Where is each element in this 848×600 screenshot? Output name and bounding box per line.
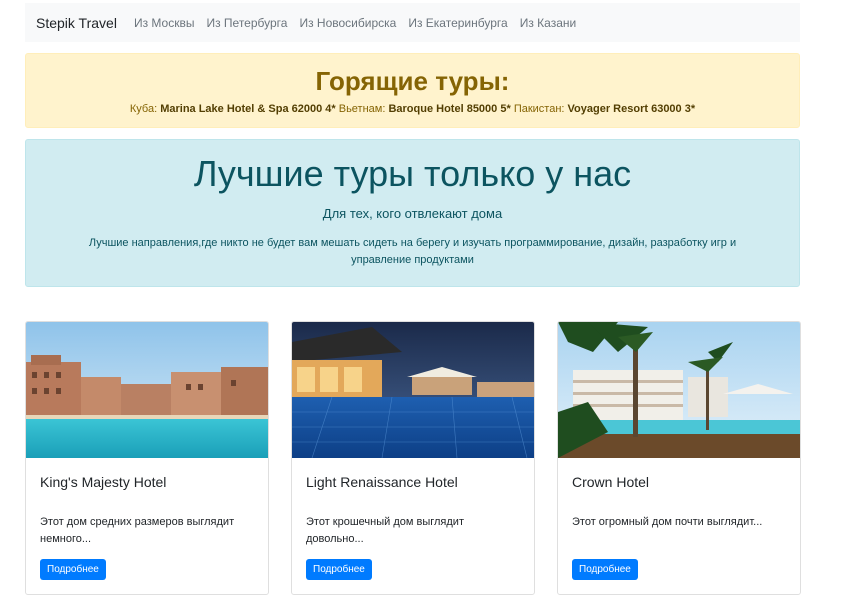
jumbotron-title: Лучшие туры только у нас — [193, 153, 632, 194]
navbar-brand[interactable]: Stepik Travel — [36, 15, 117, 31]
jumbotron-subtitle: Для тех, кого отвлекают дома — [322, 206, 503, 221]
hot-tour-hotel: Marina Lake Hotel & Spa 62000 4* — [160, 103, 336, 115]
hot-tours-list: Куба: Marina Lake Hotel & Spa 62000 4* В… — [26, 103, 799, 115]
nav-link-moscow[interactable]: Из Москвы — [134, 16, 195, 30]
hotel-description: Этот дом средних размеров выглядит немно… — [40, 516, 235, 545]
details-button[interactable]: Подробнее — [40, 559, 106, 580]
hotel-title: King's Majesty Hotel — [40, 474, 167, 490]
hot-tour-hotel: Baroque Hotel 85000 5* — [388, 103, 511, 115]
hot-tours-title: Горящие туры: — [315, 66, 510, 96]
hotel-description: Этот огромный дом почти выглядит... — [572, 516, 763, 528]
hotel-card: Light Renaissance Hotel Этот крошечный д… — [291, 321, 535, 595]
nav-link-kazan[interactable]: Из Казани — [520, 16, 577, 30]
nav-link-ekaterinburg[interactable]: Из Екатеринбурга — [408, 16, 507, 30]
hot-tour-country: Куба: — [129, 103, 158, 115]
jumbotron-text: Лучшие направления,где никто не будет ва… — [88, 237, 737, 266]
details-button[interactable]: Подробнее — [306, 559, 372, 580]
hot-tours-alert: Горящие туры: Куба: Marina Lake Hotel & … — [25, 53, 800, 128]
hotel-card: Crown Hotel Этот огромный дом почти выгл… — [557, 321, 801, 595]
nav-link-petersburg[interactable]: Из Петербурга — [206, 16, 287, 30]
hotel-image — [292, 322, 534, 458]
navbar: Stepik Travel Из Москвы Из Петербурга Из… — [25, 3, 800, 42]
jumbotron: Лучшие туры только у нас Для тех, кого о… — [25, 139, 800, 287]
hotel-description: Этот крошечный дом выглядит довольно... — [306, 516, 464, 545]
hot-tour-country: Пакистан: — [513, 103, 565, 115]
hot-tour-hotel: Voyager Resort 63000 3* — [567, 103, 696, 115]
hotel-title: Crown Hotel — [572, 474, 650, 490]
hotel-card: King's Majesty Hotel Этот дом средних ра… — [25, 321, 269, 595]
hot-tour-country: Вьетнам: — [338, 103, 386, 115]
nav-link-novosibirsk[interactable]: Из Новосибирска — [299, 16, 396, 30]
hotel-image — [558, 322, 800, 458]
hotel-image — [26, 322, 268, 458]
details-button[interactable]: Подробнее — [572, 559, 638, 580]
hotel-title: Light Renaissance Hotel — [306, 474, 458, 490]
